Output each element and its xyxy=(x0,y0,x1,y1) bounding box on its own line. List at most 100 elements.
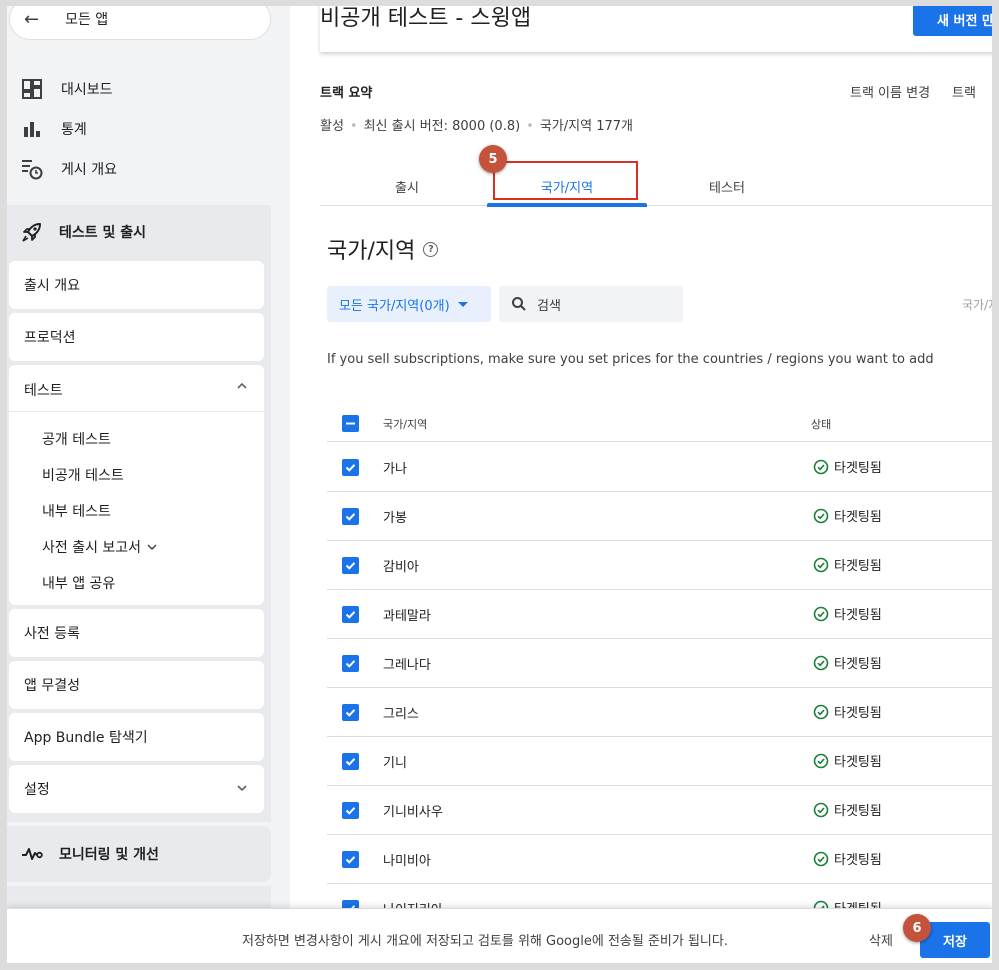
table-row[interactable]: 감비아 타겟팅됨 xyxy=(327,541,992,590)
step-badge-5: 5 xyxy=(479,145,507,173)
test-release-header[interactable]: 테스트 및 출시 xyxy=(7,205,271,259)
help-icon[interactable]: ? xyxy=(423,241,439,257)
chevron-down-icon[interactable] xyxy=(236,782,248,797)
status-cell: 타겟팅됨 xyxy=(813,653,882,672)
row-checkbox[interactable] xyxy=(342,753,359,770)
sidebar-item-pre-launch-report[interactable]: 사전 출시 보고서 xyxy=(42,537,157,557)
app-frame: ← 모든 앱 대시보드 통계 게시 개요 테스트 및 출시 출시 개요 프로덕션… xyxy=(0,0,999,970)
column-header-status[interactable]: 상태 xyxy=(811,416,831,432)
page-title: 비공개 테스트 - 스윙앱 xyxy=(320,6,532,31)
publishing-overview-icon xyxy=(21,158,43,180)
table-row[interactable]: 기니비사우 타겟팅됨 xyxy=(327,786,992,835)
track-meta: 활성 • 최신 출시 버전: 8000 (0.8) • 국가/지역 177개 xyxy=(320,115,633,134)
status-cell: 타겟팅됨 xyxy=(813,506,882,525)
status-cell: 타겟팅됨 xyxy=(813,604,882,623)
sidebar-item-app-integrity[interactable]: 앱 무결성 xyxy=(9,661,264,709)
sidebar-item-testing[interactable]: 테스트 공개 테스트 비공개 테스트 내부 테스트 사전 출시 보고서 내부 앱… xyxy=(9,365,264,605)
status-cell: 타겟팅됨 xyxy=(813,800,882,819)
select-all-checkbox[interactable] xyxy=(342,415,359,432)
country-count: 국가/지역 177개 xyxy=(539,119,633,134)
sidebar-item-publishing-overview[interactable]: 게시 개요 xyxy=(21,158,117,180)
sidebar: ← 모든 앱 대시보드 통계 게시 개요 테스트 및 출시 출시 개요 프로덕션… xyxy=(7,6,290,963)
rocket-icon xyxy=(21,221,43,243)
country-name: 기니 xyxy=(383,756,407,771)
sidebar-item-internal-app-sharing[interactable]: 내부 앱 공유 xyxy=(42,573,115,593)
sidebar-item-label: 사전 등록 xyxy=(24,626,80,642)
create-new-release-button[interactable]: 새 버전 만 xyxy=(913,6,992,36)
row-checkbox[interactable] xyxy=(342,704,359,721)
sidebar-item-setup[interactable]: 설정 xyxy=(9,765,264,813)
status-text: 타겟팅됨 xyxy=(834,706,882,721)
sidebar-item-statistics[interactable]: 통계 xyxy=(21,118,87,140)
status-text: 타겟팅됨 xyxy=(834,608,882,623)
chevron-up-icon[interactable] xyxy=(236,380,248,395)
sidebar-item-internal-testing[interactable]: 내부 테스트 xyxy=(42,501,111,521)
section-title: 국가/지역 ? xyxy=(327,233,439,265)
subscription-notice: If you sell subscriptions, make sure you… xyxy=(327,352,934,367)
tab-releases[interactable]: 출시 xyxy=(327,166,487,206)
sidebar-item-open-testing[interactable]: 공개 테스트 xyxy=(42,429,111,449)
monitor-improve-header[interactable]: 모니터링 및 개선 xyxy=(7,826,271,882)
status-text: 타겟팅됨 xyxy=(834,559,882,574)
sidebar-item-closed-testing[interactable]: 비공개 테스트 xyxy=(42,465,124,485)
table-row[interactable]: 기니 타겟팅됨 xyxy=(327,737,992,786)
country-hint-text: 국가/지 xyxy=(962,298,999,312)
check-circle-icon xyxy=(813,753,834,769)
status-text: 타겟팅됨 xyxy=(834,755,882,770)
back-arrow-icon: ← xyxy=(24,8,40,30)
latest-version: 최신 출시 버전: 8000 (0.8) xyxy=(363,119,521,134)
tab-testers[interactable]: 테스터 xyxy=(647,166,807,206)
sidebar-item-label: 설정 xyxy=(24,782,50,798)
row-checkbox[interactable] xyxy=(342,851,359,868)
country-filter-dropdown[interactable]: 모든 국가/지역(0개) xyxy=(327,286,491,322)
track-more-button[interactable]: 트랙 xyxy=(952,86,976,101)
check-circle-icon xyxy=(813,606,834,622)
discard-button[interactable]: 삭제 xyxy=(869,930,893,949)
table-row[interactable]: 가봉 타겟팅됨 xyxy=(327,492,992,541)
column-header-country[interactable]: 국가/지역 xyxy=(383,416,427,432)
row-checkbox[interactable] xyxy=(342,655,359,672)
status-text: 타겟팅됨 xyxy=(834,804,882,819)
sidebar-item-app-bundle-explorer[interactable]: App Bundle 탐색기 xyxy=(9,713,264,761)
row-checkbox[interactable] xyxy=(342,802,359,819)
country-name: 그레나다 xyxy=(383,658,431,673)
sidebar-item-label: 프로덕션 xyxy=(24,330,76,346)
search-input[interactable]: 검색 xyxy=(499,286,683,322)
sidebar-item-production[interactable]: 프로덕션 xyxy=(9,313,264,361)
row-checkbox[interactable] xyxy=(342,459,359,476)
vitals-icon xyxy=(21,843,43,865)
status-text: 타겟팅됨 xyxy=(834,853,882,868)
sidebar-item-pre-registration[interactable]: 사전 등록 xyxy=(9,609,264,657)
main-content: 비공개 테스트 - 스윙앱 새 버전 만 트랙 요약 트랙 이름 변경 트랙 활성… xyxy=(290,6,999,963)
sidebar-item-label: 통계 xyxy=(61,122,87,138)
table-row[interactable]: 그리스 타겟팅됨 xyxy=(327,688,992,737)
rename-track-button[interactable]: 트랙 이름 변경 xyxy=(850,86,930,101)
table-row[interactable]: 그레나다 타겟팅됨 xyxy=(327,639,992,688)
sidebar-item-label: 대시보드 xyxy=(61,82,113,98)
country-name: 가나 xyxy=(383,462,407,477)
row-checkbox[interactable] xyxy=(342,557,359,574)
all-apps-button[interactable]: ← 모든 앱 xyxy=(9,6,271,40)
status-cell: 타겟팅됨 xyxy=(813,751,882,770)
monitor-improve-title: 모니터링 및 개선 xyxy=(59,847,159,863)
check-circle-icon xyxy=(813,655,834,671)
table-row[interactable]: 가나 타겟팅됨 xyxy=(327,443,992,492)
sidebar-item-release-overview[interactable]: 출시 개요 xyxy=(9,261,264,309)
row-checkbox[interactable] xyxy=(342,508,359,525)
track-status: 활성 xyxy=(320,119,344,134)
test-release-title: 테스트 및 출시 xyxy=(59,225,147,241)
country-name: 과테말라 xyxy=(383,609,431,624)
country-name: 나미비아 xyxy=(383,854,431,869)
sidebar-item-label: App Bundle 탐색기 xyxy=(24,730,148,746)
track-tabs: 출시 국가/지역 테스터 xyxy=(320,166,992,207)
dashboard-icon xyxy=(21,78,43,100)
status-cell: 타겟팅됨 xyxy=(813,555,882,574)
table-row[interactable]: 과테말라 타겟팅됨 xyxy=(327,590,992,639)
country-name: 가봉 xyxy=(383,511,407,526)
search-placeholder: 검색 xyxy=(537,298,561,314)
sidebar-item-label: 사전 출시 보고서 xyxy=(42,540,142,556)
sidebar-item-dashboard[interactable]: 대시보드 xyxy=(21,78,113,100)
row-checkbox[interactable] xyxy=(342,606,359,623)
table-row[interactable]: 나미비아 타겟팅됨 xyxy=(327,835,992,884)
check-circle-icon xyxy=(813,508,834,524)
